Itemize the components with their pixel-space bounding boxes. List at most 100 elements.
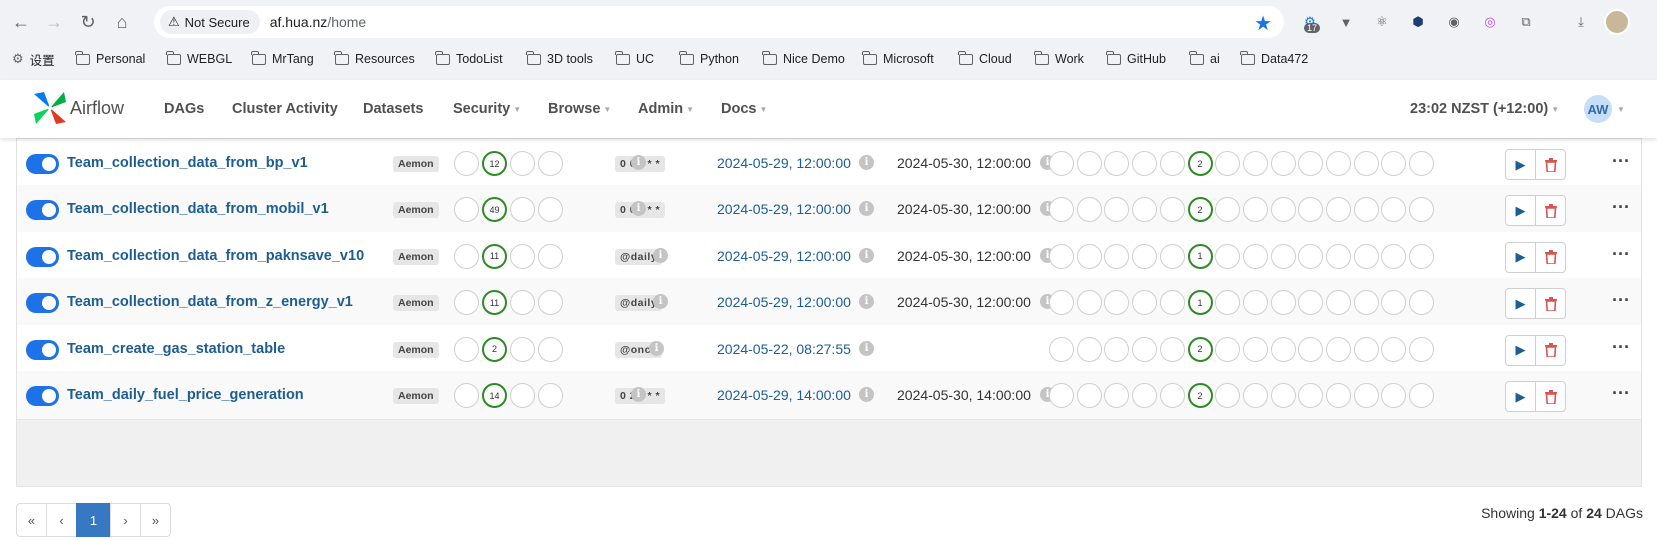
owner-badge[interactable]: Aemon	[393, 202, 439, 219]
task-status-circle[interactable]	[1159, 290, 1185, 316]
task-status-circle[interactable]	[1298, 383, 1324, 408]
trigger-dag-button[interactable]: ▶	[1505, 241, 1536, 273]
dag-name-link[interactable]: Team_create_gas_station_table	[67, 341, 285, 357]
bookmark-folder[interactable]: Work	[1034, 48, 1084, 70]
nav-admin[interactable]: Admin ▼	[638, 101, 694, 117]
run-status-circle[interactable]	[454, 197, 479, 223]
bookmark-folder[interactable]: MrTang	[251, 48, 314, 70]
run-status-circle[interactable]	[538, 336, 563, 362]
run-status-success[interactable]: 11	[482, 243, 507, 269]
task-status-circle[interactable]	[1049, 151, 1074, 176]
task-status-circle[interactable]	[1242, 383, 1268, 408]
last-run-link[interactable]: 2024-05-29, 14:00:00	[717, 387, 851, 403]
task-status-circle[interactable]	[1326, 336, 1351, 362]
nav-browse[interactable]: Browse ▼	[548, 101, 611, 117]
bookmark-folder[interactable]: 3D tools	[526, 48, 593, 70]
task-status-circle[interactable]	[1049, 197, 1074, 223]
task-status-circle[interactable]	[1159, 197, 1185, 223]
owner-badge[interactable]: Aemon	[393, 341, 439, 358]
security-chip[interactable]: ⚠ Not Secure	[160, 10, 260, 34]
task-status-circle[interactable]	[1270, 243, 1296, 269]
bookmark-folder[interactable]: ai	[1189, 48, 1220, 70]
last-run-link[interactable]: 2024-05-29, 12:00:00	[717, 294, 851, 310]
task-status-success[interactable]: 2	[1187, 336, 1213, 362]
task-status-circle[interactable]	[1159, 383, 1185, 408]
info-icon[interactable]: i	[859, 294, 874, 310]
task-status-circle[interactable]	[1381, 290, 1407, 316]
task-status-circle[interactable]	[1270, 290, 1296, 316]
owner-badge[interactable]: Aemon	[393, 295, 439, 312]
run-status-circle[interactable]	[454, 243, 479, 269]
bookmark-settings[interactable]: ⚙ 设置	[12, 48, 55, 70]
reload-icon[interactable]: ↻	[76, 10, 100, 34]
last-run-link[interactable]: 2024-05-29, 12:00:00	[717, 201, 851, 217]
browser-profile-avatar[interactable]	[1604, 9, 1630, 35]
task-status-circle[interactable]	[1215, 383, 1241, 408]
task-status-circle[interactable]	[1132, 383, 1158, 408]
task-status-circle[interactable]	[1326, 197, 1351, 223]
task-status-circle[interactable]	[1104, 151, 1130, 176]
info-icon[interactable]: i	[631, 387, 646, 402]
run-status-circle[interactable]	[538, 197, 563, 223]
task-status-circle[interactable]	[1215, 336, 1241, 362]
task-status-circle[interactable]	[1381, 336, 1407, 362]
dag-name-link[interactable]: Team_collection_data_from_bp_v1	[67, 155, 308, 171]
task-status-circle[interactable]	[1132, 290, 1158, 316]
task-status-circle[interactable]	[1159, 243, 1185, 269]
task-status-circle[interactable]	[1076, 197, 1102, 223]
task-status-circle[interactable]	[1409, 197, 1435, 223]
task-status-circle[interactable]	[1353, 243, 1379, 269]
task-status-circle[interactable]	[1409, 383, 1435, 408]
task-status-circle[interactable]	[1049, 243, 1074, 269]
task-status-circle[interactable]	[1242, 243, 1268, 269]
nav-security[interactable]: Security ▼	[453, 101, 521, 117]
more-options-icon[interactable]: ···	[1612, 383, 1630, 404]
run-status-circle[interactable]	[454, 336, 479, 362]
task-status-success[interactable]: 1	[1187, 243, 1213, 269]
task-status-circle[interactable]	[1104, 383, 1130, 408]
dag-name-link[interactable]: Team_collection_data_from_paknsave_v10	[67, 248, 364, 264]
task-status-circle[interactable]	[1242, 151, 1268, 176]
extension-react-icon[interactable]: ⚛	[1371, 11, 1393, 33]
trigger-dag-button[interactable]: ▶	[1505, 288, 1536, 320]
task-status-circle[interactable]	[1049, 290, 1074, 316]
run-status-circle[interactable]	[510, 383, 535, 408]
task-status-circle[interactable]	[1326, 383, 1351, 408]
trigger-dag-button[interactable]: ▶	[1505, 195, 1536, 227]
airflow-logo-icon[interactable]	[30, 88, 70, 128]
dag-pause-toggle[interactable]	[26, 386, 59, 406]
delete-dag-button[interactable]	[1535, 334, 1566, 366]
task-status-circle[interactable]	[1353, 336, 1379, 362]
info-icon[interactable]: i	[859, 247, 874, 263]
task-status-circle[interactable]	[1242, 336, 1268, 362]
bookmark-folder[interactable]: Personal	[75, 48, 145, 70]
trigger-dag-button[interactable]: ▶	[1505, 381, 1536, 412]
bookmark-folder[interactable]: UC	[615, 48, 654, 70]
info-icon[interactable]: i	[631, 155, 646, 170]
task-status-circle[interactable]	[1104, 290, 1130, 316]
task-status-circle[interactable]	[1215, 197, 1241, 223]
caret-down-icon[interactable]: ▼	[1617, 105, 1625, 114]
run-status-success[interactable]: 12	[482, 151, 507, 176]
task-status-circle[interactable]	[1104, 336, 1130, 362]
task-status-circle[interactable]	[1298, 197, 1324, 223]
bookmark-folder[interactable]: Python	[679, 48, 739, 70]
task-status-success[interactable]: 2	[1187, 151, 1213, 176]
dag-pause-toggle[interactable]	[26, 200, 59, 221]
run-status-success[interactable]: 11	[482, 290, 507, 316]
task-status-circle[interactable]	[1298, 290, 1324, 316]
run-status-circle[interactable]	[510, 290, 535, 316]
run-status-circle[interactable]	[510, 243, 535, 269]
delete-dag-button[interactable]	[1535, 241, 1566, 273]
bookmark-star-icon[interactable]: ★	[1254, 11, 1272, 36]
home-icon[interactable]: ⌂	[110, 10, 134, 34]
extension-ollama-icon[interactable]: ◉	[1443, 11, 1465, 33]
owner-badge[interactable]: Aemon	[393, 248, 439, 265]
bookmark-folder[interactable]: GitHub	[1106, 48, 1166, 70]
user-avatar[interactable]: AW	[1584, 95, 1612, 123]
trigger-dag-button[interactable]: ▶	[1505, 149, 1536, 180]
info-icon[interactable]: i	[859, 340, 874, 356]
task-status-success[interactable]: 1	[1187, 290, 1213, 316]
run-status-success[interactable]: 2	[482, 336, 507, 362]
run-status-circle[interactable]	[510, 151, 535, 176]
